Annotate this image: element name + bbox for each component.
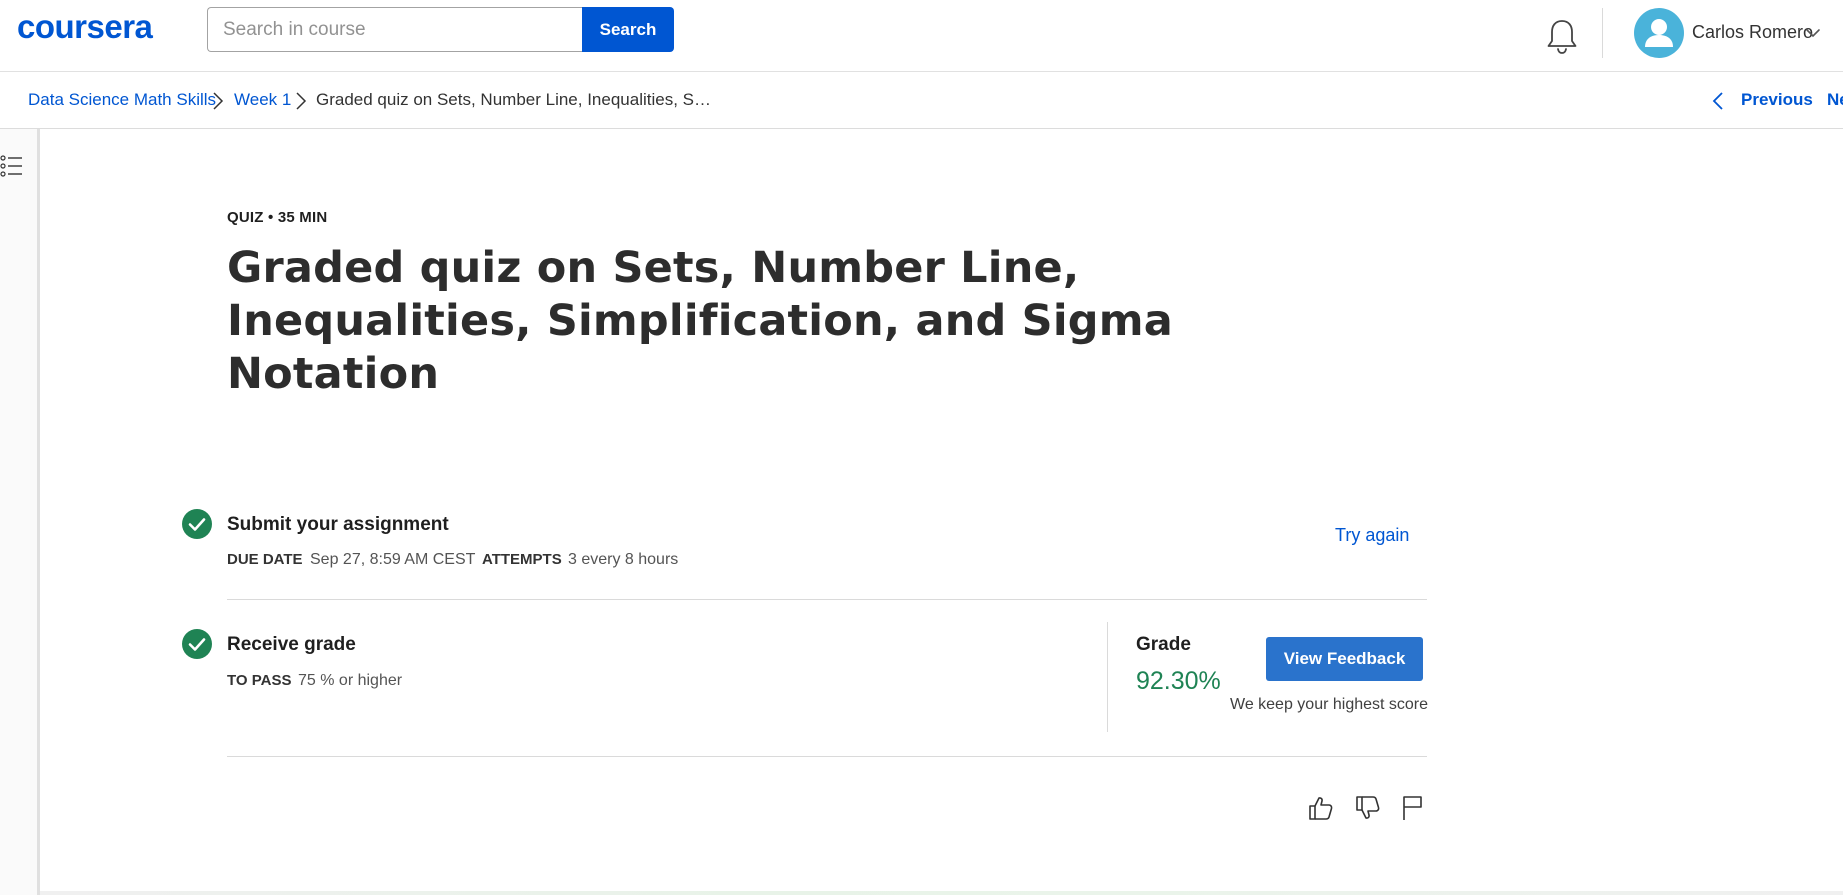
to-pass-value: 75 % or higher <box>298 672 403 689</box>
section-divider <box>227 599 1427 600</box>
item-type-duration: QUIZ • 35 MIN <box>227 209 328 226</box>
submit-assignment-title: Submit your assignment <box>227 514 449 535</box>
breadcrumb-week[interactable]: Week 1 <box>234 90 291 110</box>
bottom-edge <box>40 891 1843 895</box>
breadcrumb-current: Graded quiz on Sets, Number Line, Inequa… <box>316 90 711 109</box>
search-input[interactable] <box>207 7 583 52</box>
to-pass-label: TO PASS <box>227 672 292 689</box>
header-divider <box>1602 8 1603 58</box>
thumbs-up-icon[interactable] <box>1307 794 1335 822</box>
course-outline-rail <box>0 129 40 895</box>
list-outline-icon[interactable] <box>0 153 24 179</box>
breadcrumb: Data Science Math Skills Week 1 Graded q… <box>0 72 1843 129</box>
chevron-left-icon <box>1712 92 1723 110</box>
page-title: Graded quiz on Sets, Number Line, Inequa… <box>227 243 1173 399</box>
user-name[interactable]: Carlos Romero <box>1692 22 1813 43</box>
coursera-logo[interactable]: coursera <box>17 8 153 46</box>
attempts-label: ATTEMPTS <box>482 551 562 568</box>
flag-icon[interactable] <box>1399 794 1427 822</box>
chevron-right-icon <box>213 92 224 110</box>
grade-label: Grade <box>1136 634 1191 655</box>
receive-grade-title: Receive grade <box>227 634 356 655</box>
chevron-right-icon <box>296 92 307 110</box>
bell-icon[interactable] <box>1545 17 1579 55</box>
grade-value: 92.30% <box>1136 667 1221 695</box>
attempts-value: 3 every 8 hours <box>568 551 679 568</box>
user-avatar-icon[interactable] <box>1634 8 1684 58</box>
try-again-link[interactable]: Try again <box>1335 525 1409 546</box>
breadcrumb-course[interactable]: Data Science Math Skills <box>28 90 216 110</box>
due-date-label: DUE DATE <box>227 551 303 568</box>
thumbs-down-icon[interactable] <box>1354 794 1382 822</box>
highest-score-note: We keep your highest score <box>1230 696 1429 713</box>
next-button[interactable]: Ne <box>1827 90 1843 110</box>
due-date-value: Sep 27, 8:59 AM CEST <box>310 551 476 568</box>
grade-divider <box>1107 622 1108 732</box>
search-button[interactable]: Search <box>582 7 674 52</box>
check-circle-icon <box>182 509 212 539</box>
previous-label: Previous <box>1741 90 1813 109</box>
section-divider <box>227 756 1427 757</box>
view-feedback-button[interactable]: View Feedback <box>1266 637 1423 681</box>
top-header: coursera Search Carlos Romero <box>0 0 1843 72</box>
chevron-down-icon[interactable] <box>1805 27 1821 39</box>
check-circle-icon <box>182 629 212 659</box>
